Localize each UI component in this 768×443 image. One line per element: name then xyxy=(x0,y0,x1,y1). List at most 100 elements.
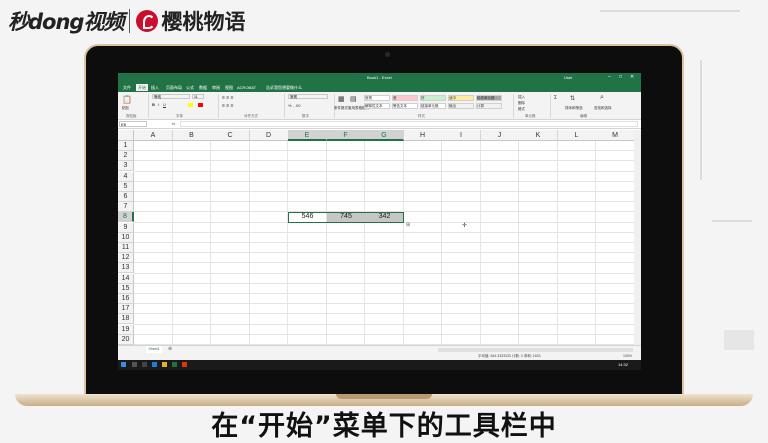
column-header-K[interactable]: K xyxy=(519,130,558,141)
group-editing: 编辑 xyxy=(580,114,587,118)
table-format-icon[interactable]: ▤ xyxy=(350,95,357,103)
name-box[interactable]: E8 xyxy=(119,121,147,127)
cell-style-item[interactable]: 常规 xyxy=(364,95,390,101)
cherry-logo-icon xyxy=(136,10,159,32)
tab-4[interactable]: 公式 xyxy=(184,84,196,91)
vertical-scrollbar[interactable] xyxy=(634,130,641,345)
search-icon[interactable] xyxy=(132,362,137,367)
tab-2[interactable]: 插入 xyxy=(149,84,161,91)
row-header-8[interactable]: 8 xyxy=(118,212,134,223)
find-select-button[interactable]: 查找和选择 xyxy=(594,106,612,111)
row-header-17[interactable]: 17 xyxy=(118,304,134,315)
align-icon[interactable]: ≡ ≡ ≡ xyxy=(222,95,234,101)
column-header-F[interactable]: F xyxy=(326,130,366,141)
row-header-18[interactable]: 18 xyxy=(118,314,134,325)
column-header-I[interactable]: I xyxy=(442,130,481,141)
row-header-9[interactable]: 9 xyxy=(118,222,134,233)
sort-filter-button[interactable]: 排序和筛选 xyxy=(565,106,583,111)
find-select-icon[interactable]: ⌕ xyxy=(600,94,604,102)
app-icon[interactable] xyxy=(182,362,187,367)
tab-0[interactable]: 文件 xyxy=(121,84,133,91)
sort-filter-icon[interactable]: ⇅ xyxy=(570,95,575,102)
delete-cells-button[interactable]: 删除 xyxy=(518,101,525,106)
paste-button[interactable]: 粘贴 xyxy=(122,106,129,111)
format-cells-button[interactable]: 格式 xyxy=(518,107,525,112)
row-header-2[interactable]: 2 xyxy=(118,151,134,162)
font-size-select[interactable]: 11 xyxy=(192,94,204,99)
font-name-select[interactable]: 等线 xyxy=(152,94,190,99)
row-header-14[interactable]: 14 xyxy=(118,273,134,284)
windows-start-icon[interactable] xyxy=(121,362,126,367)
column-header-C[interactable]: C xyxy=(211,130,250,141)
add-sheet-icon[interactable]: ⊕ xyxy=(168,346,172,352)
row-header-1[interactable]: 1 xyxy=(118,141,134,151)
number-format-select[interactable]: 常规 xyxy=(288,94,328,99)
tab-7[interactable]: 视图 xyxy=(223,84,235,91)
column-header-D[interactable]: D xyxy=(249,130,289,141)
edge-icon[interactable] xyxy=(152,362,157,367)
autosum-icon[interactable]: Σ xyxy=(554,95,557,101)
row-header-20[interactable]: 20 xyxy=(118,334,134,345)
row-header-15[interactable]: 15 xyxy=(118,283,134,294)
conditional-format-button[interactable]: 条件格式 xyxy=(334,106,348,111)
underline-button[interactable]: U xyxy=(163,102,166,107)
column-header-H[interactable]: H xyxy=(403,130,443,141)
excel-icon[interactable] xyxy=(172,362,177,367)
quick-analysis-icon[interactable]: ⊞ xyxy=(406,222,410,228)
column-header-E[interactable]: E xyxy=(288,130,327,141)
cell-style-item[interactable]: 好 xyxy=(420,95,446,101)
column-header-J[interactable]: J xyxy=(480,130,520,141)
font-color-button[interactable] xyxy=(198,103,203,107)
user-name[interactable]: User xyxy=(564,75,572,80)
row-header-5[interactable]: 5 xyxy=(118,181,134,192)
fx-icon[interactable]: fx xyxy=(172,121,175,126)
task-view-icon[interactable] xyxy=(142,362,147,367)
paste-icon[interactable]: 📋 xyxy=(122,95,132,104)
horizontal-scrollbar[interactable] xyxy=(438,348,633,352)
percent-button[interactable]: % , .00 xyxy=(288,103,300,108)
cell-grid[interactable]: 546 745 342 ⊞ ✛ xyxy=(134,141,635,345)
row-header-7[interactable]: 7 xyxy=(118,202,134,213)
tab-5[interactable]: 数据 xyxy=(197,84,209,91)
row-header-16[interactable]: 16 xyxy=(118,294,134,304)
tab-6[interactable]: 审阅 xyxy=(210,84,222,91)
close-button[interactable]: ✕ xyxy=(630,74,634,80)
align-icon[interactable]: ≡ ≡ ≡ xyxy=(222,103,234,109)
zoom-level[interactable]: 100% xyxy=(623,354,632,358)
column-header-G[interactable]: G xyxy=(365,130,404,141)
tab-3[interactable]: 页面布局 xyxy=(164,84,184,91)
tab-1[interactable]: 开始 xyxy=(136,84,148,91)
tab-9[interactable]: 告诉我您想要做什么 xyxy=(264,84,304,91)
cell-style-item[interactable]: 输出 xyxy=(448,103,474,109)
cell-style-item[interactable]: 计算 xyxy=(476,103,502,109)
insert-cells-button[interactable]: 插入 xyxy=(518,95,525,100)
column-header-A[interactable]: A xyxy=(134,130,173,141)
cell-style-item[interactable]: 解释性文本 xyxy=(364,103,390,109)
bold-button[interactable]: B xyxy=(152,102,155,107)
row-header-13[interactable]: 13 xyxy=(118,263,134,274)
row-header-12[interactable]: 12 xyxy=(118,253,134,264)
row-header-6[interactable]: 6 xyxy=(118,192,134,202)
cell-style-item[interactable]: 适中 xyxy=(448,95,474,101)
fill-color-button[interactable] xyxy=(188,103,193,107)
cell-style-item[interactable]: 警告文本 xyxy=(392,103,418,109)
row-header-19[interactable]: 19 xyxy=(118,324,134,335)
row-header-10[interactable]: 10 xyxy=(118,232,134,243)
select-all-corner[interactable] xyxy=(118,130,134,141)
column-header-M[interactable]: M xyxy=(596,130,635,141)
maximize-button[interactable]: □ xyxy=(619,74,622,80)
formula-input[interactable]: 546 xyxy=(180,121,638,136)
row-header-3[interactable]: 3 xyxy=(118,161,134,172)
conditional-format-icon[interactable]: ▦ xyxy=(338,95,345,103)
cell-style-item[interactable]: 检查单元格 xyxy=(476,95,502,101)
column-header-L[interactable]: L xyxy=(557,130,597,141)
row-header-11[interactable]: 11 xyxy=(118,243,134,253)
italic-button[interactable]: I xyxy=(158,102,159,107)
cell-style-item[interactable]: 差 xyxy=(392,95,418,101)
cell-style-item[interactable]: 链接单元格 xyxy=(420,103,446,109)
tab-8[interactable]: ACROBAT xyxy=(235,84,258,91)
row-header-4[interactable]: 4 xyxy=(118,171,134,182)
column-header-B[interactable]: B xyxy=(172,130,212,141)
folder-icon[interactable] xyxy=(162,362,167,367)
minimize-button[interactable]: – xyxy=(608,74,611,80)
